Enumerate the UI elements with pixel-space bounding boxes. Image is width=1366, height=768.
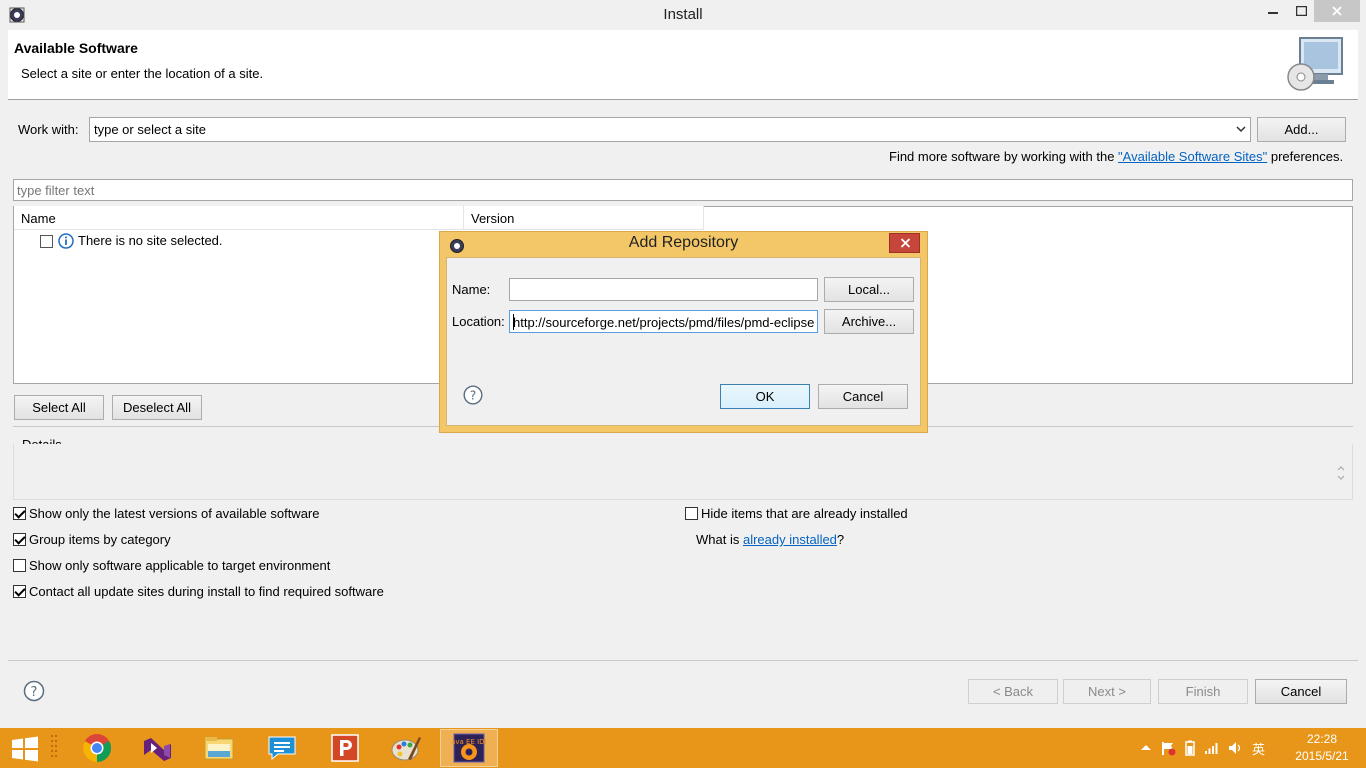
taskbar-chrome[interactable] xyxy=(68,729,126,767)
taskbar-powerpoint[interactable] xyxy=(316,729,374,767)
svg-text:?: ? xyxy=(31,685,38,700)
work-with-combo[interactable]: type or select a site xyxy=(89,117,1251,142)
close-button[interactable] xyxy=(1314,0,1360,22)
chrome-icon xyxy=(83,734,111,762)
contact-update-sites-label: Contact all update sites during install … xyxy=(29,584,384,599)
target-environment-label: Show only software applicable to target … xyxy=(29,558,331,573)
group-by-category-checkbox[interactable] xyxy=(13,533,26,546)
clock-date: 2015/5/21 xyxy=(1295,749,1349,763)
taskbar-grip-icon[interactable] xyxy=(50,733,58,763)
dialog-cancel-button[interactable]: Cancel xyxy=(818,384,908,409)
help-icon[interactable]: ? xyxy=(23,680,45,702)
install-banner-icon xyxy=(1287,37,1343,91)
show-latest-checkbox[interactable] xyxy=(13,507,26,520)
column-header-version[interactable]: Version xyxy=(464,206,704,230)
page-subtitle: Select a site or enter the location of a… xyxy=(21,66,264,81)
taskbar-eclipse[interactable]: Java EE IDE xyxy=(440,729,498,767)
hide-installed-label: Hide items that are already installed xyxy=(701,506,908,521)
taskbar-file-explorer[interactable] xyxy=(190,729,248,767)
taskbar-clock[interactable]: 22:28 2015/5/21 xyxy=(1282,731,1362,765)
close-icon xyxy=(1332,6,1342,16)
repository-location-label: Location: xyxy=(452,314,505,329)
hide-installed-checkbox[interactable] xyxy=(685,507,698,520)
repository-location-input[interactable]: http://sourceforge.net/projects/pmd/file… xyxy=(509,310,818,333)
show-latest-label: Show only the latest versions of availab… xyxy=(29,506,320,521)
messaging-icon xyxy=(268,736,296,761)
chevron-down-icon xyxy=(1236,126,1246,133)
taskbar-paint[interactable] xyxy=(377,729,435,767)
what-is-prefix: What is xyxy=(696,532,743,547)
ok-button[interactable]: OK xyxy=(720,384,810,409)
visual-studio-icon xyxy=(144,738,171,761)
maximize-button[interactable] xyxy=(1288,0,1314,22)
local-button[interactable]: Local... xyxy=(824,277,914,302)
available-software-sites-link[interactable]: "Available Software Sites" xyxy=(1118,149,1267,164)
system-tray: 英 xyxy=(1140,738,1265,758)
clock-time: 22:28 xyxy=(1306,732,1338,746)
details-area xyxy=(13,444,1353,500)
page-title: Available Software xyxy=(14,40,138,56)
chevron-up-icon[interactable] xyxy=(1140,742,1152,754)
svg-text:?: ? xyxy=(470,389,476,403)
taskbar-visual-studio[interactable] xyxy=(129,729,187,767)
maximize-icon xyxy=(1295,6,1307,16)
what-is-suffix: ? xyxy=(836,532,845,547)
text-caret xyxy=(513,314,514,330)
cancel-button[interactable]: Cancel xyxy=(1255,679,1347,704)
find-more-prefix: Find more software by working with the xyxy=(889,149,1119,164)
window-title: Install xyxy=(663,6,703,23)
next-button[interactable]: Next > xyxy=(1063,679,1151,704)
repository-name-label: Name: xyxy=(452,282,491,297)
filter-placeholder: type filter text xyxy=(17,183,95,198)
repository-name-input[interactable] xyxy=(509,278,818,301)
group-by-category-label: Group items by category xyxy=(29,532,171,547)
network-signal-icon[interactable] xyxy=(1204,741,1220,755)
deselect-all-button[interactable]: Deselect All xyxy=(112,395,202,420)
repository-location-value: http://sourceforge.net/projects/pmd/file… xyxy=(513,315,815,330)
table-row: There is no site selected. xyxy=(78,233,223,248)
select-all-button[interactable]: Select All xyxy=(14,395,104,420)
back-button[interactable]: < Back xyxy=(968,679,1058,704)
finish-button[interactable]: Finish xyxy=(1158,679,1248,704)
eclipse-taskbar-label: Java EE IDE xyxy=(452,738,486,746)
dialog-title: Add Repository xyxy=(628,234,739,251)
wizard-header xyxy=(8,30,1358,100)
scroll-arrows-icon[interactable] xyxy=(1336,462,1346,484)
file-explorer-icon xyxy=(204,737,234,760)
volume-icon[interactable] xyxy=(1228,741,1244,755)
target-environment-checkbox[interactable] xyxy=(13,559,26,572)
ime-indicator[interactable]: 英 xyxy=(1252,739,1265,758)
battery-icon[interactable] xyxy=(1184,740,1196,756)
column-header-name[interactable]: Name xyxy=(14,206,464,230)
eclipse-icon: Java EE IDE xyxy=(452,733,486,763)
help-icon[interactable]: ? xyxy=(463,385,483,405)
contact-update-sites-checkbox[interactable] xyxy=(13,585,26,598)
find-more-text: Find more software by working with the "… xyxy=(889,149,1343,164)
filter-input[interactable]: type filter text xyxy=(13,179,1353,201)
windows-start-icon[interactable] xyxy=(10,735,40,763)
what-is-installed-text: What is already installed? xyxy=(696,532,844,547)
add-site-button[interactable]: Add... xyxy=(1257,117,1346,142)
action-center-flag-icon[interactable] xyxy=(1160,740,1176,756)
button-bar-divider xyxy=(8,660,1358,661)
dialog-close-button[interactable] xyxy=(889,233,920,253)
minimize-button[interactable] xyxy=(1258,0,1288,22)
close-icon xyxy=(900,238,911,248)
minimize-icon xyxy=(1268,12,1278,14)
work-with-value: type or select a site xyxy=(94,122,206,137)
taskbar-messaging[interactable] xyxy=(253,729,311,767)
info-icon xyxy=(58,233,74,249)
archive-button[interactable]: Archive... xyxy=(824,309,914,334)
work-with-label: Work with: xyxy=(18,122,79,137)
find-more-suffix: preferences. xyxy=(1267,149,1344,164)
table-row-checkbox[interactable] xyxy=(40,235,53,248)
already-installed-link[interactable]: already installed xyxy=(743,532,837,547)
powerpoint-icon xyxy=(331,734,359,762)
paint-icon xyxy=(391,737,421,761)
